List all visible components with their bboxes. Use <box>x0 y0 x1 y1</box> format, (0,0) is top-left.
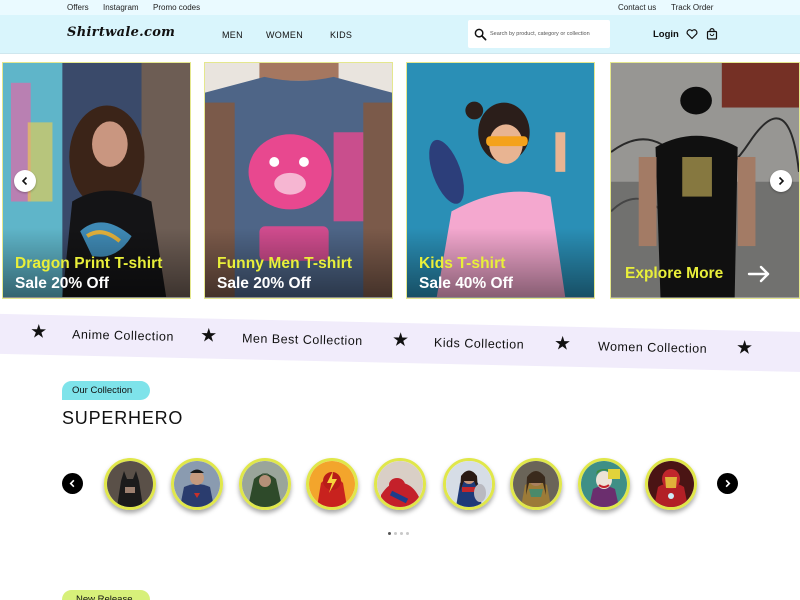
batman-image <box>107 461 153 507</box>
card-sale: Sale 20% Off <box>217 275 311 292</box>
hero-circle-spider-man[interactable] <box>374 458 426 510</box>
aquaman-image <box>513 461 559 507</box>
site-logo[interactable]: Shirtwale.com <box>67 25 175 40</box>
ribbon-kids-collection[interactable]: Kids Collection <box>434 336 524 352</box>
new-release-badge: New Release <box>62 590 150 600</box>
card-title: Dragon Print T-shirt <box>15 255 163 272</box>
pagination-dot[interactable] <box>406 532 409 535</box>
ribbon-women-collection[interactable]: Women Collection <box>598 339 707 355</box>
joker-image <box>581 461 627 507</box>
hero-circle-aquaman[interactable] <box>510 458 562 510</box>
collection-prev-button[interactable] <box>62 473 83 494</box>
search-icon <box>474 28 487 40</box>
ribbon-anime-collection[interactable]: Anime Collection <box>72 327 174 343</box>
star-icon: ★ <box>553 333 572 355</box>
ribbon-men-best-collection[interactable]: Men Best Collection <box>242 331 363 348</box>
chevron-right-icon <box>725 479 731 488</box>
search-input[interactable] <box>490 31 610 37</box>
explore-more-label[interactable]: Explore More <box>625 265 723 283</box>
star-icon: ★ <box>199 325 218 347</box>
shopping-bag-icon[interactable] <box>706 28 718 40</box>
pagination-dot[interactable] <box>400 532 403 535</box>
nav-women[interactable]: WOMEN <box>266 30 303 40</box>
hero-circle-batman[interactable] <box>104 458 156 510</box>
iron-man-image <box>648 461 694 507</box>
collection-next-button[interactable] <box>717 473 738 494</box>
nav-kids[interactable]: KIDS <box>330 30 352 40</box>
chevron-right-icon <box>778 176 785 186</box>
hero-card-kids[interactable]: Kids T-shirt Sale 40% Off <box>406 62 595 299</box>
hero-circle-joker[interactable] <box>578 458 630 510</box>
hero-card-funny-men[interactable]: Funny Men T-shirt Sale 20% Off <box>204 62 393 299</box>
hero-next-button[interactable] <box>770 170 792 192</box>
card-sale: Sale 40% Off <box>419 275 513 292</box>
hero-circle-arrow[interactable] <box>239 458 291 510</box>
star-icon: ★ <box>735 337 754 359</box>
collection-ribbon: ★ Anime Collection ★ Men Best Collection… <box>0 313 800 373</box>
hero-circle-flash[interactable] <box>306 458 358 510</box>
track-order-link[interactable]: Track Order <box>671 3 713 12</box>
arrow-hero-image <box>242 461 288 507</box>
search-box[interactable] <box>468 20 610 48</box>
main-header: Shirtwale.com MEN WOMEN KIDS Login <box>0 15 800 54</box>
wonder-woman-image <box>446 461 492 507</box>
promo-codes-link[interactable]: Promo codes <box>153 3 200 12</box>
login-link[interactable]: Login <box>653 29 679 40</box>
our-collection-badge: Our Collection <box>62 381 150 400</box>
hero-prev-button[interactable] <box>14 170 36 192</box>
hero-circle-wonder-woman[interactable] <box>443 458 495 510</box>
nav-men[interactable]: MEN <box>222 30 243 40</box>
pagination-dot[interactable] <box>388 532 391 535</box>
chevron-left-icon <box>69 479 75 488</box>
contact-us-link[interactable]: Contact us <box>618 3 656 12</box>
arrow-right-icon[interactable] <box>747 265 771 283</box>
hero-circle-superman[interactable] <box>171 458 223 510</box>
instagram-link[interactable]: Instagram <box>103 3 139 12</box>
card-title: Kids T-shirt <box>419 255 506 272</box>
chevron-left-icon <box>21 176 28 186</box>
superman-image <box>174 461 220 507</box>
section-title: SUPERHERO <box>62 408 184 428</box>
card-sale: Sale 20% Off <box>15 275 109 292</box>
hero-circle-iron-man[interactable] <box>645 458 697 510</box>
pagination-dot[interactable] <box>394 532 397 535</box>
flash-image <box>309 461 355 507</box>
star-icon: ★ <box>29 321 48 343</box>
carousel-pagination <box>388 532 409 535</box>
heart-icon[interactable] <box>686 28 698 40</box>
top-utility-bar: Offers Instagram Promo codes Contact us … <box>0 0 800 15</box>
star-icon: ★ <box>391 329 410 352</box>
spider-man-image <box>377 461 423 507</box>
card-title: Funny Men T-shirt <box>217 255 353 272</box>
offers-link[interactable]: Offers <box>67 3 89 12</box>
